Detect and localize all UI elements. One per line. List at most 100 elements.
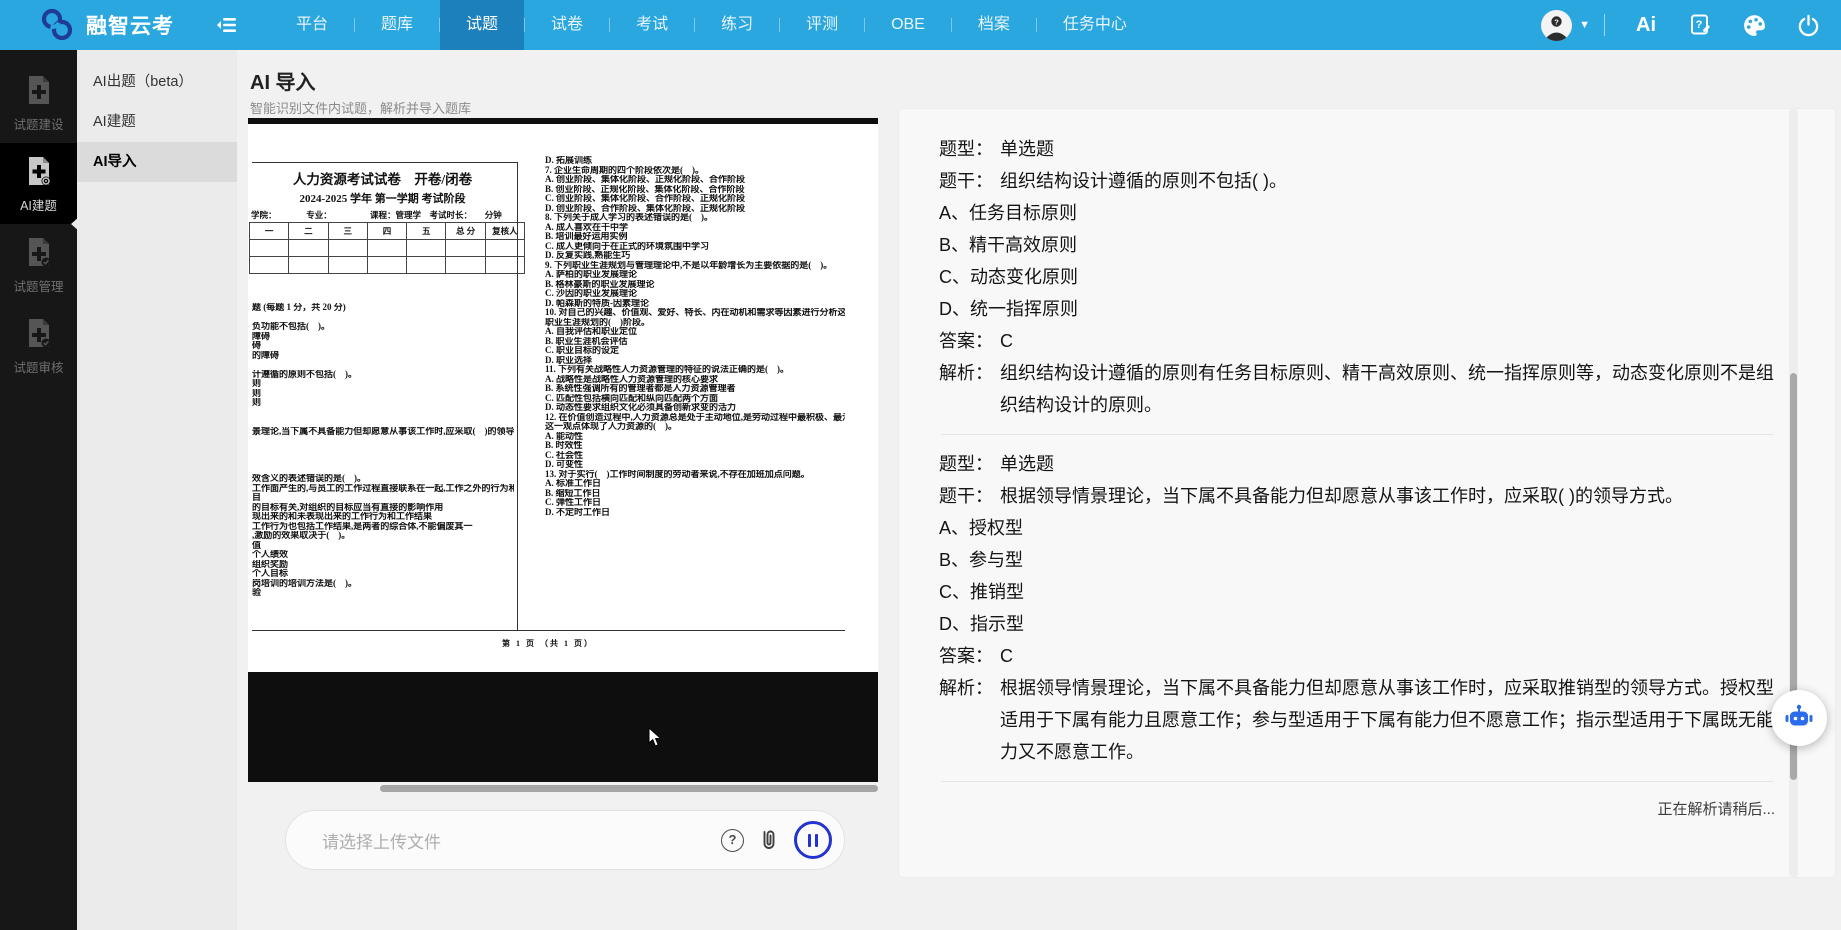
paper-title: 人力资源考试试卷 开卷/闭卷 bbox=[248, 168, 517, 188]
page-title: AI 导入 bbox=[250, 66, 316, 95]
pause-button[interactable] bbox=[794, 821, 832, 859]
brand-name: 融智云考 bbox=[86, 10, 174, 40]
paper-text-line: 工作行为也包括工作结果,是两者的综合体,不能偏废其一 bbox=[252, 522, 514, 532]
collapse-menu-icon[interactable] bbox=[216, 15, 240, 35]
question-stem-row: 题干： 根据领导情景理论，当下属不具备能力但却愿意从事该工作时，应采取( )的领… bbox=[939, 480, 1775, 512]
paper-text-line: A. 战略性是战略性人力资源管理的核心要求 bbox=[545, 375, 845, 385]
paper-text-line bbox=[252, 446, 514, 456]
score-table-header-cell: 五 bbox=[407, 223, 446, 239]
nav-item-task-center[interactable]: 任务中心 bbox=[1037, 0, 1153, 50]
nav-item-platform[interactable]: 平台 bbox=[270, 0, 354, 50]
nav-item-archives[interactable]: 档案 bbox=[952, 0, 1036, 50]
paper-text-line: 9. 下列职业生涯规划与管理理论中,不是以年龄增长为主要依据的是( )。 bbox=[545, 261, 845, 271]
score-table-header-row: 一二三四五总 分复核人 bbox=[250, 223, 524, 240]
paper-text-line: C. 沙因的职业发展理论 bbox=[545, 289, 845, 299]
parsing-status-text: 正在解析请稍后... bbox=[939, 795, 1775, 825]
paper-text-line: 工作面产生的,与员工的工作过程直接联系在一起,工作之外的行为和结果不 bbox=[252, 484, 514, 494]
submenu-item-ai-generate-beta[interactable]: AI出题（beta） bbox=[77, 62, 237, 102]
paper-text-line: 的障碍 bbox=[252, 351, 514, 361]
nav-item-question-bank[interactable]: 题库 bbox=[355, 0, 439, 50]
paper-text-line: 题 (每题 1 分，共 20 分) bbox=[252, 303, 514, 313]
paper-text-line: A. 标准工作日 bbox=[545, 479, 845, 489]
question-analysis-row: 解析： 根据领导情景理论，当下属不具备能力但却愿意从事该工作时，应采取推销型的领… bbox=[939, 672, 1775, 768]
nav-item-questions[interactable]: 试题 bbox=[440, 0, 524, 50]
question-type-value: 单选题 bbox=[1000, 133, 1775, 165]
question-divider bbox=[941, 434, 1773, 435]
paper-text-line: 11. 下列有关战略性人力资源管理的特征的说法正确的是( )。 bbox=[545, 365, 845, 375]
help-doc-icon[interactable]: ? bbox=[1673, 0, 1727, 50]
question-type-label: 题型： bbox=[939, 133, 993, 165]
doc-plus-check-icon bbox=[24, 236, 54, 268]
paper-text-line: B. 创业阶段、正规化阶段、集体化阶段、合作阶段 bbox=[545, 185, 845, 195]
nav-item-exams[interactable]: 考试 bbox=[610, 0, 694, 50]
paper-text-line: 目 bbox=[252, 493, 514, 503]
nav-item-practice[interactable]: 练习 bbox=[695, 0, 779, 50]
active-item-wedge bbox=[63, 216, 80, 232]
question-option: D、统一指挥原则 bbox=[939, 293, 1775, 325]
score-table-header-cell: 三 bbox=[329, 223, 368, 239]
user-avatar[interactable]: ? bbox=[1541, 10, 1572, 41]
doc-plus-gear-icon bbox=[24, 155, 54, 187]
paper-text-line: D. 拓展训练 bbox=[545, 156, 845, 166]
top-nav-bar: 融智云考 平台 题库 试题 试卷 考试 练习 评测 OBE 档案 任务中心 ? bbox=[0, 0, 1841, 50]
paper-text-line: C. 匹配性包括横向匹配和纵向匹配两个方面 bbox=[545, 394, 845, 404]
page-subtitle: 智能识别文件内试题，解析并导入题库 bbox=[250, 98, 471, 117]
sidebar-item-ai-question[interactable]: AI建题 bbox=[0, 143, 77, 224]
theme-palette-icon[interactable] bbox=[1727, 0, 1781, 50]
paper-text-line: A. 能动性 bbox=[545, 432, 845, 442]
paper-text-line bbox=[252, 436, 514, 446]
paper-text-line: 则 bbox=[252, 389, 514, 399]
brand-logo-icon[interactable] bbox=[38, 6, 76, 44]
file-upload-input[interactable]: 请选择上传文件 ? bbox=[285, 810, 845, 870]
robot-assistant-button[interactable] bbox=[1771, 690, 1827, 746]
nav-item-evaluation[interactable]: 评测 bbox=[780, 0, 864, 50]
horizontal-scrollbar-thumb[interactable] bbox=[380, 785, 878, 792]
secondary-sidebar: AI出题（beta） AI建题 AI导入 bbox=[77, 50, 237, 930]
score-table-header-cell: 四 bbox=[368, 223, 407, 239]
question-circle-icon[interactable]: ? bbox=[721, 829, 744, 852]
paper-text-line: 7. 企业生命周期的四个阶段依次是( )。 bbox=[545, 166, 845, 176]
attach-paperclip-icon[interactable] bbox=[758, 828, 780, 852]
question-analysis-text: 组织结构设计遵循的原则有任务目标原则、精干高效原则、统一指挥原则等，动态变化原则… bbox=[1000, 357, 1775, 421]
paper-text-line: D. 创业阶段、合作阶段、集体化阶段、正规化阶段 bbox=[545, 204, 845, 214]
question-answer-value: C bbox=[1000, 325, 1775, 357]
paper-text-line: 职业生涯规划的( )阶段。 bbox=[545, 318, 845, 328]
nav-item-obe[interactable]: OBE bbox=[865, 0, 951, 50]
doc-plus-icon bbox=[24, 74, 54, 106]
question-type-value: 单选题 bbox=[1000, 448, 1775, 480]
ai-assistant-icon[interactable]: Ai bbox=[1619, 0, 1673, 50]
paper-text-line bbox=[252, 417, 514, 427]
question-answer-row: 答案： C bbox=[939, 640, 1775, 672]
sidebar-item-label: 试题管理 bbox=[13, 276, 63, 295]
paper-text-line: C. 成人更倾向于在正式的环境氛围中学习 bbox=[545, 242, 845, 252]
nav-item-papers[interactable]: 试卷 bbox=[525, 0, 609, 50]
paper-text-line: B. 格林豪斯的职业发展理论 bbox=[545, 280, 845, 290]
question-option: A、任务目标原则 bbox=[939, 197, 1775, 229]
paper-page-number: 第 1 页 （共 1 页） bbox=[248, 638, 848, 649]
sidebar-item-question-review[interactable]: 试题审核 bbox=[0, 305, 77, 386]
sidebar-item-question-construction[interactable]: 试题建设 bbox=[0, 62, 77, 143]
score-table-header-cell: 一 bbox=[250, 223, 289, 239]
score-table-header-cell: 总 分 bbox=[446, 223, 485, 239]
document-preview-viewer[interactable]: 人力资源考试试卷 开卷/闭卷 2024-2025 学年 第一学期 考试阶段 学院… bbox=[248, 118, 878, 782]
paper-text-line: 12. 在价值创造过程中,人力资源总是处于主动地位,是劳动过程中最积极、最活跃的… bbox=[545, 413, 845, 423]
submenu-item-ai-import[interactable]: AI导入 bbox=[77, 142, 237, 182]
question-analysis-row: 解析： 组织结构设计遵循的原则有任务目标原则、精干高效原则、统一指挥原则等，动态… bbox=[939, 357, 1775, 421]
paper-text-line: D. 可变性 bbox=[545, 460, 845, 470]
paper-text-line: 现出来的和未表现出来的工作行为和工作结果 bbox=[252, 512, 514, 522]
paper-text-line: D. 帕森斯的特质-因素理论 bbox=[545, 299, 845, 309]
paper-text-line: 景理论,当下属不具备能力但却愿意从事该工作时,应采取( )的领导方式。 bbox=[252, 427, 514, 437]
paper-text-line: 组织奖励 bbox=[252, 560, 514, 570]
doc-plus-check-icon bbox=[24, 317, 54, 349]
paper-text-line: D. 反复实践,熟能生巧 bbox=[545, 251, 845, 261]
logout-power-icon[interactable] bbox=[1781, 0, 1835, 50]
paper-text-line: 个人目标 bbox=[252, 569, 514, 579]
avatar-caret-icon[interactable]: ▼ bbox=[1579, 19, 1590, 31]
question-options: A、任务目标原则B、精干高效原则C、动态变化原则D、统一指挥原则 bbox=[939, 197, 1775, 325]
paper-text-line: 障碍 bbox=[252, 332, 514, 342]
sidebar-item-question-management[interactable]: 试题管理 bbox=[0, 224, 77, 305]
submenu-item-ai-build[interactable]: AI建题 bbox=[77, 102, 237, 142]
parsed-question-1: 题型： 单选题 题干： 组织结构设计遵循的原则不包括( )。 A、任务目标原则B… bbox=[939, 133, 1775, 421]
sidebar-item-label: 试题审核 bbox=[13, 357, 63, 376]
paper-text-line: D. 职业选择 bbox=[545, 356, 845, 366]
